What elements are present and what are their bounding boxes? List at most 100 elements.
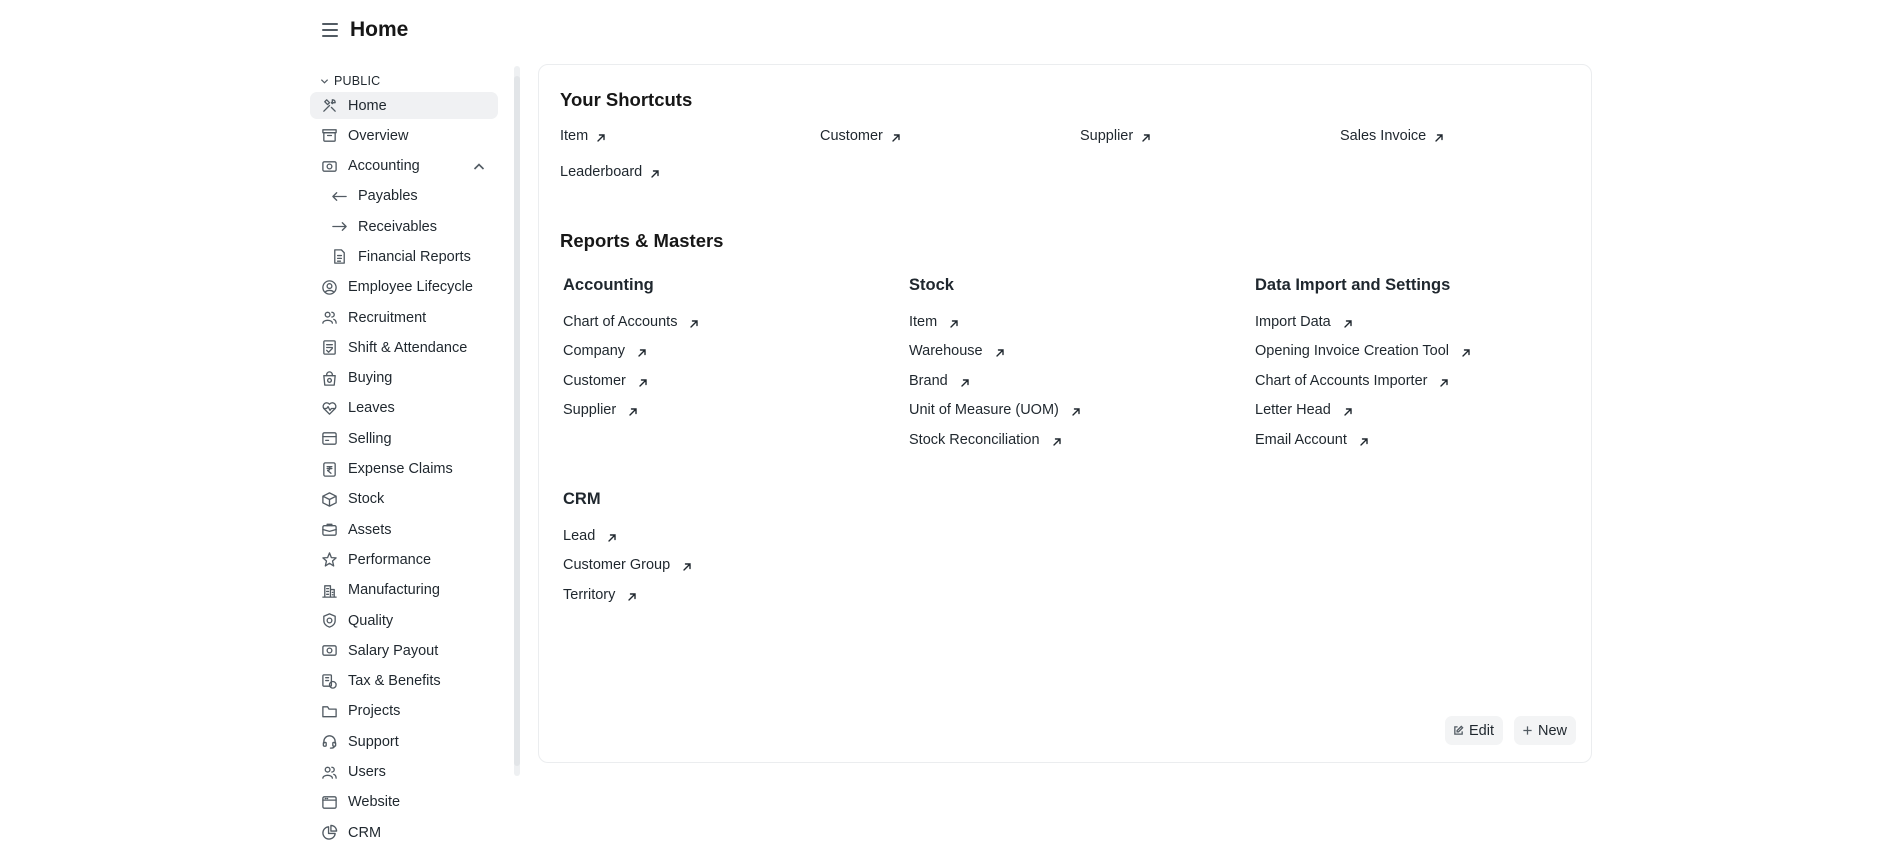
- link-import-data[interactable]: Import Data: [1255, 314, 1353, 330]
- sidebar-item-projects[interactable]: Projects: [310, 698, 498, 725]
- sidebar-item-salary-payout[interactable]: Salary Payout: [310, 637, 498, 664]
- link-chart-of-accounts[interactable]: Chart of Accounts: [563, 314, 699, 330]
- workspace-card: Your Shortcuts Item Customer Supplier Sales…: [538, 64, 1592, 763]
- arrow-up-right-icon: [689, 317, 699, 328]
- link-label: Import Data: [1255, 314, 1331, 330]
- money-icon: [320, 642, 338, 660]
- sidebar-item-label: CRM: [348, 824, 382, 841]
- arrow-up-right-icon: [960, 376, 970, 387]
- chevron-up-icon[interactable]: [472, 160, 486, 174]
- link-opening-invoice-creation-tool[interactable]: Opening Invoice Creation Tool: [1255, 343, 1471, 359]
- menu-icon[interactable]: [322, 23, 338, 37]
- sidebar-item-buying[interactable]: Buying: [310, 365, 498, 392]
- link-unit-of-measure-uom[interactable]: Unit of Measure (UOM): [909, 402, 1081, 418]
- arrow-up-right-icon: [596, 131, 606, 142]
- sidebar-scrollbar[interactable]: [514, 66, 520, 776]
- sidebar-item-payables[interactable]: Payables: [310, 183, 498, 210]
- link-label: Email Account: [1255, 431, 1347, 448]
- link-customer[interactable]: Customer: [563, 373, 648, 389]
- sidebar-item-tax-benefits[interactable]: Tax & Benefits: [310, 668, 498, 695]
- sidebar-item-home[interactable]: Home: [310, 92, 498, 119]
- sidebar-item-crm[interactable]: CRM: [310, 819, 498, 846]
- sidebar-item-label: Assets: [348, 521, 392, 538]
- sidebar-item-label: Salary Payout: [348, 642, 439, 659]
- arrow-up-right-icon: [1439, 376, 1449, 387]
- tools-icon: [320, 97, 338, 115]
- link-letter-head[interactable]: Letter Head: [1255, 402, 1353, 418]
- sidebar-item-expense-claims[interactable]: Expense Claims: [310, 456, 498, 483]
- sidebar-items: Home Overview Accounting Payables Receivable…: [310, 92, 498, 846]
- star-icon: [320, 551, 338, 569]
- link-item[interactable]: Item: [909, 314, 959, 330]
- sidebar-item-employee-lifecycle[interactable]: Employee Lifecycle: [310, 274, 498, 301]
- sidebar-item-label: Stock: [348, 491, 385, 508]
- link-lead[interactable]: Lead: [563, 528, 617, 544]
- edit-button-label: Edit: [1469, 722, 1494, 739]
- shortcut-leaderboard[interactable]: Leaderboard: [560, 164, 660, 180]
- shortcut-label: Supplier: [1080, 128, 1134, 144]
- sidebar-item-label: Receivables: [358, 218, 437, 235]
- box-icon: [320, 127, 338, 145]
- sidebar-section-public[interactable]: PUBLIC: [310, 70, 498, 92]
- arrow-up-right-icon: [1343, 405, 1353, 416]
- card-title-stock: Stock: [909, 276, 954, 294]
- edit-button[interactable]: Edit: [1445, 716, 1503, 745]
- sidebar-item-label: Expense Claims: [348, 461, 453, 478]
- link-chart-of-accounts-importer[interactable]: Chart of Accounts Importer: [1255, 373, 1449, 389]
- link-supplier[interactable]: Supplier: [563, 402, 638, 418]
- new-button[interactable]: New: [1514, 716, 1577, 745]
- browser-icon: [320, 793, 338, 811]
- link-stock-reconciliation[interactable]: Stock Reconciliation: [909, 432, 1062, 448]
- sidebar-item-overview[interactable]: Overview: [310, 122, 498, 149]
- shortcut-label: Leaderboard: [560, 164, 643, 180]
- arrow-up-right-icon: [1343, 317, 1353, 328]
- building-icon: [320, 581, 338, 599]
- sidebar-item-website[interactable]: Website: [310, 789, 498, 816]
- arrow-up-right-icon: [1071, 405, 1081, 416]
- sidebar-item-stock[interactable]: Stock: [310, 486, 498, 513]
- sidebar-item-label: Accounting: [348, 158, 420, 175]
- sidebar-item-label: Support: [348, 733, 399, 750]
- link-label: Customer: [563, 372, 626, 389]
- shortcut-sales-invoice[interactable]: Sales Invoice: [1340, 128, 1444, 144]
- sidebar-item-users[interactable]: Users: [310, 759, 498, 786]
- link-company[interactable]: Company: [563, 343, 647, 359]
- arrow-up-right-icon: [891, 131, 901, 142]
- sidebar-item-receivables[interactable]: Receivables: [310, 213, 498, 240]
- checklist-icon: [320, 339, 338, 357]
- sidebar-item-quality[interactable]: Quality: [310, 607, 498, 634]
- sidebar-item-manufacturing[interactable]: Manufacturing: [310, 577, 498, 604]
- plus-icon: [1523, 726, 1532, 735]
- link-label: Lead: [563, 528, 596, 544]
- sidebar-item-recruitment[interactable]: Recruitment: [310, 304, 498, 331]
- sidebar-item-label: Overview: [348, 127, 409, 144]
- heartbeat-icon: [320, 399, 338, 417]
- sidebar-item-support[interactable]: Support: [310, 728, 498, 755]
- users-icon: [320, 763, 338, 781]
- shortcut-customer[interactable]: Customer: [820, 128, 901, 144]
- sidebar-item-leaves[interactable]: Leaves: [310, 395, 498, 422]
- briefcase-icon: [320, 521, 338, 539]
- shortcut-item[interactable]: Item: [560, 128, 606, 144]
- link-brand[interactable]: Brand: [909, 373, 970, 389]
- scrollbar-thumb[interactable]: [514, 76, 520, 766]
- link-label: Territory: [563, 586, 616, 603]
- reports-title: Reports & Masters: [560, 230, 724, 251]
- user-circle-icon: [320, 278, 338, 296]
- shield-icon: [320, 612, 338, 630]
- shortcut-supplier[interactable]: Supplier: [1080, 128, 1151, 144]
- folder-icon: [320, 702, 338, 720]
- sidebar-item-assets[interactable]: Assets: [310, 516, 498, 543]
- link-warehouse[interactable]: Warehouse: [909, 343, 1005, 359]
- sidebar-item-financial-reports[interactable]: Financial Reports: [310, 243, 498, 270]
- sidebar-item-selling[interactable]: Selling: [310, 425, 498, 452]
- link-label: Stock Reconciliation: [909, 431, 1040, 448]
- sidebar-item-shift-attendance[interactable]: Shift & Attendance: [310, 334, 498, 361]
- sidebar-item-performance[interactable]: Performance: [310, 546, 498, 573]
- link-label: Company: [563, 343, 626, 360]
- link-email-account[interactable]: Email Account: [1255, 432, 1369, 448]
- link-territory[interactable]: Territory: [563, 587, 637, 603]
- sidebar-item-accounting[interactable]: Accounting: [310, 153, 498, 180]
- link-customer-group[interactable]: Customer Group: [563, 557, 692, 573]
- arrow-up-right-icon: [627, 590, 637, 601]
